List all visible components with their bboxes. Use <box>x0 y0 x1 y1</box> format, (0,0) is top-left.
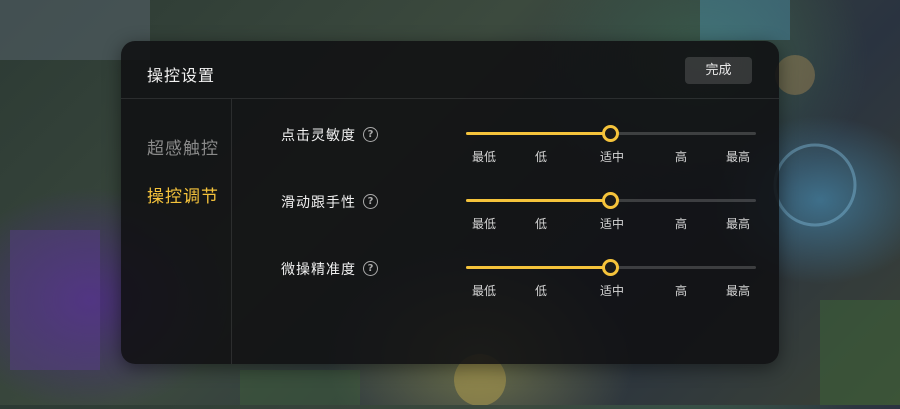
header-divider <box>121 98 779 99</box>
setting-label: 微操精准度 <box>281 262 356 278</box>
tick-label: 适中 <box>599 284 625 298</box>
sidebar-divider <box>231 99 232 364</box>
tick-label: 最低 <box>471 284 497 298</box>
tick-label: 高 <box>674 284 688 298</box>
swipe-responsiveness-slider[interactable] <box>466 192 756 209</box>
micro-precision-slider[interactable] <box>466 259 756 276</box>
slider-thumb[interactable] <box>602 259 619 276</box>
setting-label: 滑动跟手性 <box>281 195 356 211</box>
tick-label: 低 <box>534 284 548 298</box>
tick-label: 最高 <box>725 150 751 164</box>
slider-fill <box>466 132 611 135</box>
slider-thumb[interactable] <box>602 125 619 142</box>
tick-label: 低 <box>534 217 548 231</box>
setting-row-micro-precision: 微操精准度 ? 最低 低 适中 高 最高 <box>281 259 761 319</box>
setting-row-swipe-responsiveness: 滑动跟手性 ? 最低 低 适中 高 最高 <box>281 192 761 252</box>
question-circle-icon[interactable]: ? <box>363 127 378 142</box>
question-circle-icon[interactable]: ? <box>363 194 378 209</box>
sidebar-item-super-touch[interactable]: 超感触控 <box>147 134 219 159</box>
setting-label: 点击灵敏度 <box>281 128 356 144</box>
question-circle-icon[interactable]: ? <box>363 261 378 276</box>
slider-thumb[interactable] <box>602 192 619 209</box>
setting-row-tap-sensitivity: 点击灵敏度 ? 最低 低 适中 高 最高 <box>281 125 761 185</box>
done-button[interactable]: 完成 <box>685 57 752 84</box>
sidebar-item-control-adjust[interactable]: 操控调节 <box>147 182 219 207</box>
tick-label: 最高 <box>725 217 751 231</box>
control-settings-panel: 操控设置 完成 超感触控 操控调节 点击灵敏度 ? 最低 低 适中 高 最高 滑… <box>121 41 779 364</box>
tap-sensitivity-slider[interactable] <box>466 125 756 142</box>
tick-label: 适中 <box>599 217 625 231</box>
tick-label: 适中 <box>599 150 625 164</box>
slider-fill <box>466 266 611 269</box>
tick-label: 最低 <box>471 150 497 164</box>
slider-fill <box>466 199 611 202</box>
tick-label: 最高 <box>725 284 751 298</box>
tick-label: 高 <box>674 217 688 231</box>
tick-label: 最低 <box>471 217 497 231</box>
panel-title: 操控设置 <box>147 66 216 85</box>
tick-label: 高 <box>674 150 688 164</box>
tick-label: 低 <box>534 150 548 164</box>
